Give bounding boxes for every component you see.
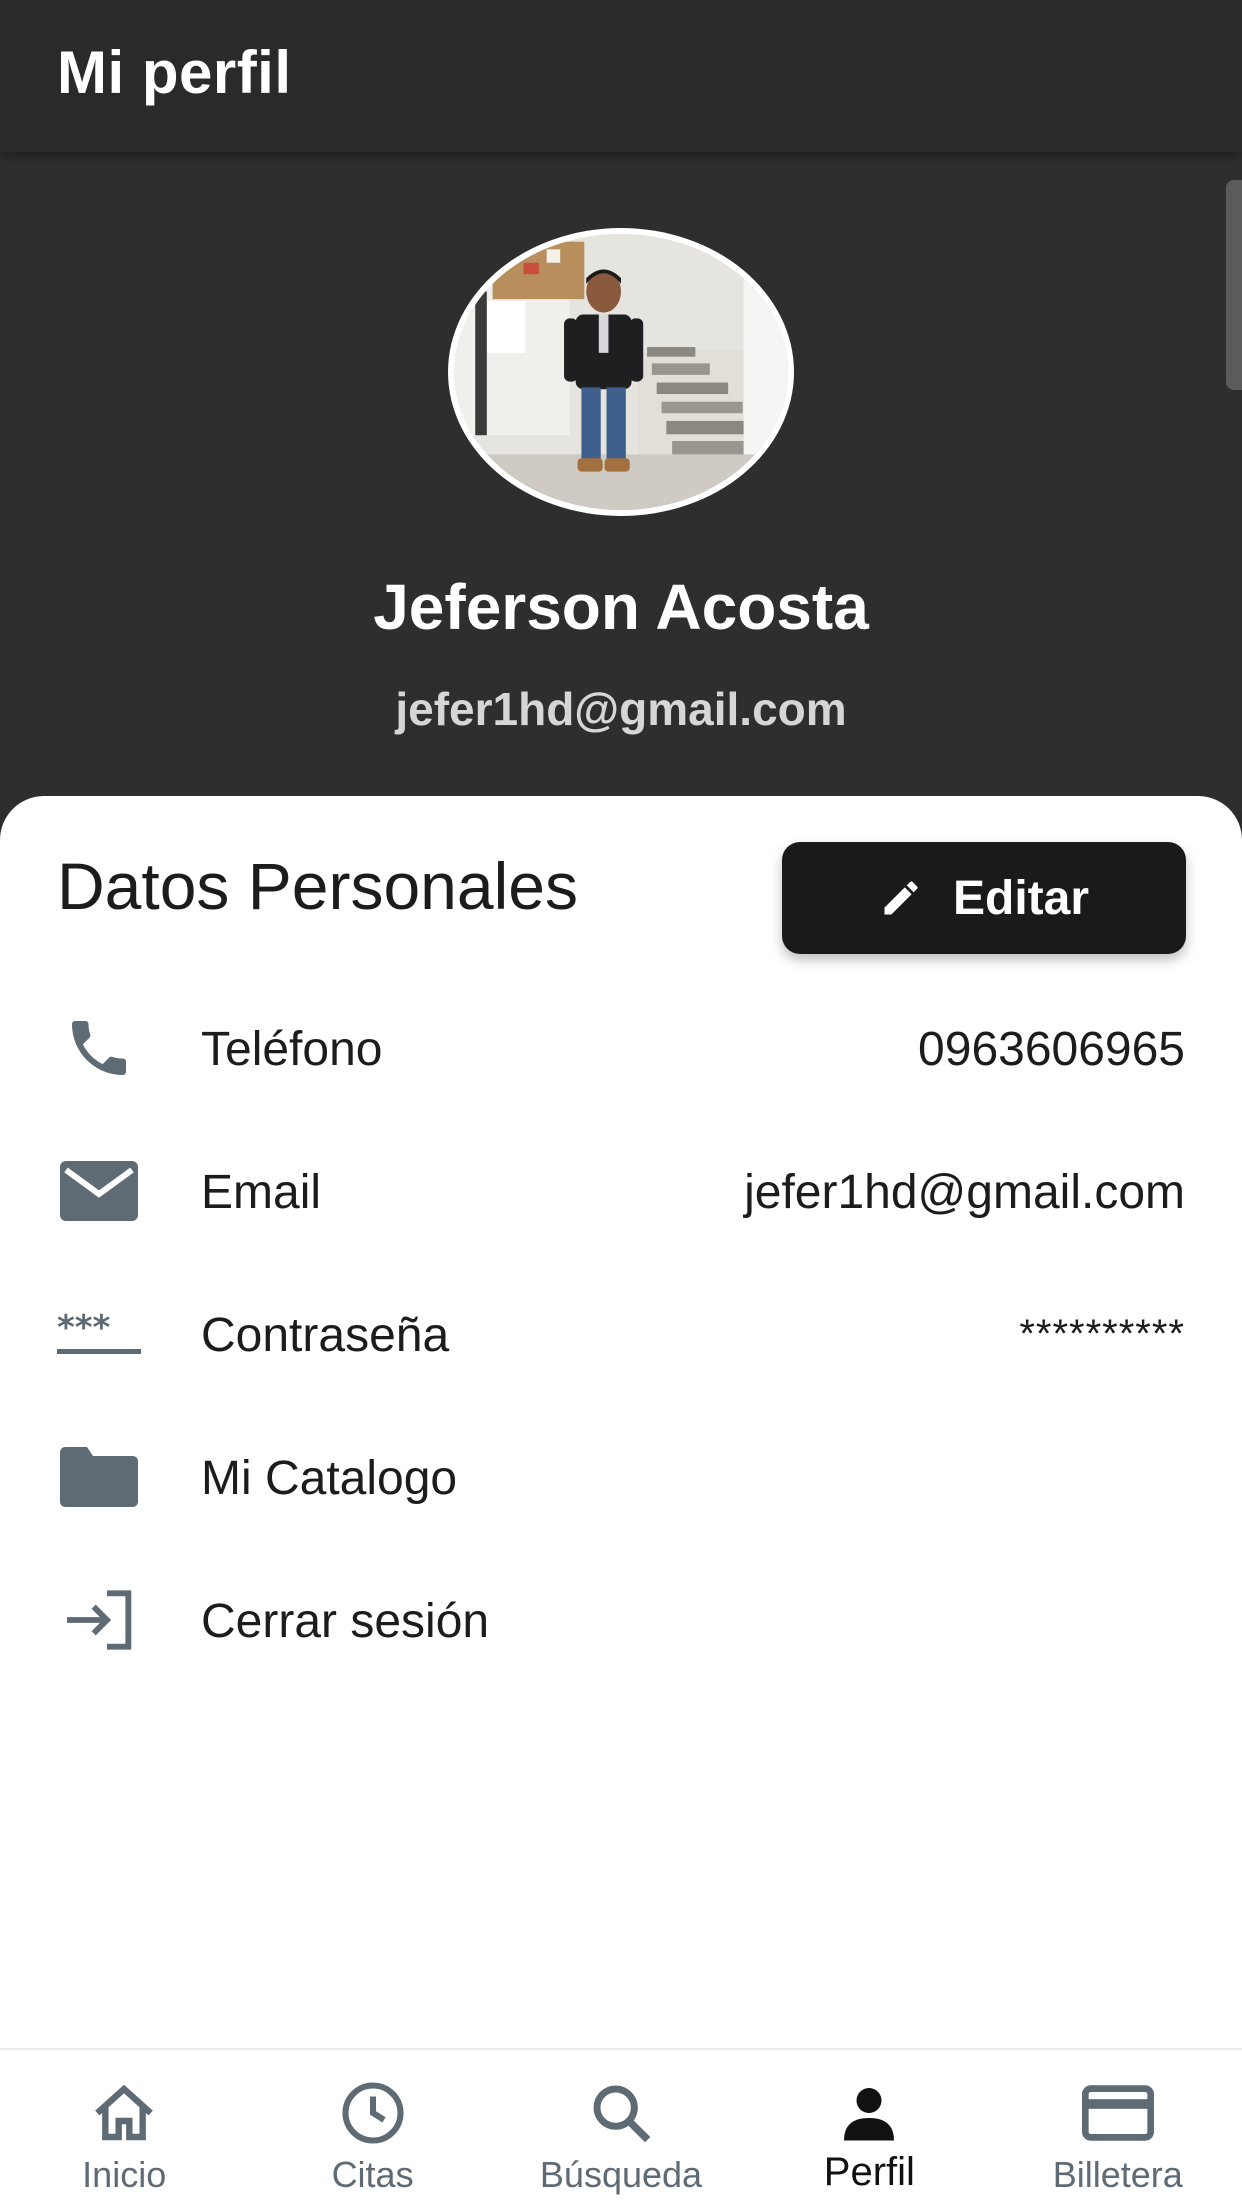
- row-phone[interactable]: Teléfono 0963606965: [0, 998, 1242, 1098]
- row-value-phone: 0963606965: [918, 1023, 1185, 1076]
- row-email[interactable]: Email jefer1hd@gmail.com: [0, 1141, 1242, 1241]
- row-password[interactable]: *** Contraseña **********: [0, 1284, 1242, 1384]
- clock-icon: [248, 2080, 496, 2146]
- bottom-navigation: Inicio Citas Búsqueda Perfil Billetera: [0, 2048, 1242, 2208]
- row-label-logout: Cerrar sesión: [201, 1595, 490, 1648]
- nav-label-billetera: Billetera: [1052, 2154, 1183, 2195]
- nav-item-busqueda[interactable]: Búsqueda: [497, 2050, 745, 2208]
- avatar[interactable]: [448, 228, 794, 516]
- personal-data-sheet: [0, 796, 1242, 2048]
- mail-icon: [57, 1155, 141, 1227]
- password-icon: ***: [57, 1298, 141, 1370]
- row-label-password: Contraseña: [201, 1309, 450, 1362]
- section-title: Datos Personales: [57, 849, 578, 923]
- scroll-indicator[interactable]: [1226, 180, 1242, 390]
- nav-item-citas[interactable]: Citas: [248, 2050, 496, 2208]
- app-bar: Mi perfil: [0, 0, 1242, 152]
- row-logout[interactable]: Cerrar sesión: [0, 1570, 1242, 1670]
- phone-icon: [57, 1012, 141, 1084]
- person-icon: [745, 2080, 993, 2146]
- profile-email: jefer1hd@gmail.com: [395, 683, 847, 735]
- svg-text:***: ***: [57, 1309, 111, 1348]
- edit-button[interactable]: Editar: [782, 842, 1186, 954]
- avatar-photo: [454, 234, 788, 510]
- search-icon: [497, 2080, 745, 2146]
- row-value-password: **********: [1019, 1312, 1185, 1356]
- card-icon: [994, 2080, 1242, 2146]
- nav-label-perfil: Perfil: [823, 2150, 915, 2194]
- row-value-email: jefer1hd@gmail.com: [744, 1166, 1185, 1219]
- nav-label-busqueda: Búsqueda: [539, 2154, 703, 2195]
- nav-item-perfil[interactable]: Perfil: [745, 2050, 993, 2208]
- nav-item-inicio[interactable]: Inicio: [0, 2050, 248, 2208]
- row-label-catalog: Mi Catalogo: [201, 1452, 458, 1505]
- nav-label-inicio: Inicio: [82, 2154, 167, 2195]
- nav-label-citas: Citas: [331, 2154, 414, 2195]
- row-label-phone: Teléfono: [201, 1023, 383, 1076]
- row-label-email: Email: [201, 1166, 322, 1219]
- edit-button-label: Editar: [952, 871, 1090, 925]
- nav-item-billetera[interactable]: Billetera: [994, 2050, 1242, 2208]
- page-title: Mi perfil: [57, 39, 292, 106]
- row-catalog[interactable]: Mi Catalogo: [0, 1427, 1242, 1527]
- profile-name: Jeferson Acosta: [373, 571, 869, 643]
- folder-icon: [57, 1441, 141, 1513]
- home-icon: [0, 2080, 248, 2146]
- logout-icon: [57, 1584, 141, 1656]
- pencil-icon: [879, 876, 923, 920]
